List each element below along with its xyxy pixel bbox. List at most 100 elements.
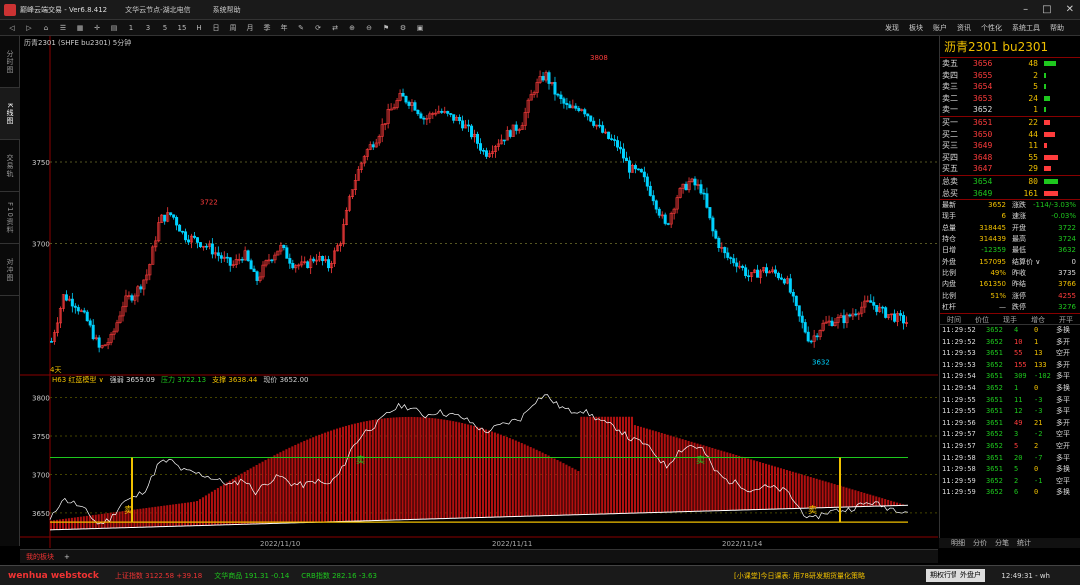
period-5-button[interactable]: 5 [157, 24, 173, 32]
tab-trade-track[interactable]: 交易轨 [0, 140, 20, 192]
histogram-bar [568, 466, 571, 515]
cycle-icon[interactable]: ⟳ [310, 24, 326, 32]
tick-row[interactable]: 11:29:55 3651 12 -3 多平 [940, 406, 1080, 418]
histogram-bar [467, 424, 470, 518]
alert-icon[interactable]: ⚑ [378, 24, 394, 32]
menu-discover[interactable]: 发现 [885, 23, 899, 33]
total-ask-volume-bar [1044, 178, 1058, 184]
menu-news[interactable]: 资讯 [957, 23, 971, 33]
menu-sector[interactable]: 板块 [909, 23, 923, 33]
tick-row[interactable]: 11:29:57 3652 5 2 空开 [940, 441, 1080, 453]
tick-row[interactable]: 11:29:53 3651 55 13 空开 [940, 348, 1080, 360]
tab-hedge[interactable]: 对冲图 [0, 244, 20, 296]
candle-body [130, 295, 134, 301]
ask-row[interactable]: 卖二 3653 24 [940, 93, 1080, 105]
add-tab-button[interactable]: + [60, 553, 74, 561]
compare-icon[interactable]: ⇄ [327, 24, 343, 32]
bid-label: 买五 [942, 164, 958, 174]
tab-my-sector[interactable]: 我的板块 [20, 552, 60, 562]
index-shanghai[interactable]: 上证指数 3122.58 +39.18 [115, 571, 202, 581]
bid-row[interactable]: 买二 3650 44 [940, 129, 1080, 141]
period-3-button[interactable]: 3 [140, 24, 156, 32]
tick-row[interactable]: 11:29:57 3652 3 -2 空平 [940, 429, 1080, 441]
menu-server[interactable]: 文华云节点-湖北电信 [125, 5, 191, 15]
zoom-out-icon[interactable]: ⊖ [361, 24, 377, 32]
indicator-name[interactable]: H63 红蓝模型 ∨ [52, 375, 104, 385]
histogram-bar [64, 518, 67, 530]
bid-row[interactable]: 买一 3651 22 [940, 117, 1080, 129]
total-ask-row[interactable]: 总卖 3654 80 [940, 176, 1080, 188]
list-icon[interactable]: ☰ [55, 24, 71, 32]
tick-row[interactable]: 11:29:56 3651 49 21 多开 [940, 418, 1080, 430]
maximize-icon[interactable]: □ [1042, 4, 1051, 15]
grid-icon[interactable]: ▤ [106, 24, 122, 32]
tick-row[interactable]: 11:29:58 3651 5 0 多换 [940, 464, 1080, 476]
histogram-bar [353, 423, 356, 522]
index-wenhua[interactable]: 文华商品 191.31 -0.14 [214, 571, 289, 581]
tick-row[interactable]: 11:29:59 3652 2 -1 空平 [940, 476, 1080, 488]
period-1-button[interactable]: 1 [123, 24, 139, 32]
period-quarter-button[interactable]: 季 [259, 23, 275, 33]
bid-row[interactable]: 买三 3649 11 [940, 140, 1080, 152]
chart-header[interactable]: 历青2301 (SHFE bu2301) 5分钟 [24, 38, 131, 48]
bid-volume: 29 [1028, 164, 1038, 174]
window-icon[interactable]: ▣ [412, 24, 428, 32]
tab-price-dist[interactable]: 分价 [973, 538, 987, 548]
ask-row[interactable]: 卖四 3655 2 [940, 70, 1080, 82]
tick-row[interactable]: 11:29:53 3652 155 133 多开 [940, 360, 1080, 372]
menu-help-right[interactable]: 帮助 [1050, 23, 1064, 33]
tab-timeshare[interactable]: 分时图 [0, 36, 20, 88]
ask-row[interactable]: 卖五 3656 48 [940, 58, 1080, 70]
tick-row[interactable]: 11:29:59 3652 6 0 多换 [940, 487, 1080, 499]
draw-icon[interactable]: ✎ [293, 24, 309, 32]
ask-row[interactable]: 卖一 3652 1 [940, 104, 1080, 116]
bid-row[interactable]: 买五 3647 29 [940, 163, 1080, 175]
bid-row[interactable]: 买四 3648 55 [940, 152, 1080, 164]
tab-kline[interactable]: K线图 [0, 88, 20, 140]
trading-app: 巅峰云端交易 - Ver6.8.412 文华云节点-湖北电信 系统帮助 – □ … [0, 0, 1080, 585]
period-h-button[interactable]: H [191, 24, 207, 32]
candle-body [657, 208, 661, 216]
tab-detail[interactable]: 明细 [951, 538, 965, 548]
period-month-button[interactable]: 月 [242, 23, 258, 33]
menu-system-tools[interactable]: 系统工具 [1012, 23, 1040, 33]
back-icon[interactable]: ◁ [4, 24, 20, 32]
tick-row[interactable]: 11:29:52 3652 10 1 多开 [940, 337, 1080, 349]
settings-icon[interactable]: ⚙ [395, 24, 411, 32]
tick-row[interactable]: 11:29:58 3651 20 -7 多平 [940, 453, 1080, 465]
stat-item: 昨结 3766 [1012, 280, 1076, 289]
foreign-account-button[interactable]: 外盘户 [956, 569, 985, 582]
total-bid-row[interactable]: 总买 3649 161 [940, 188, 1080, 200]
menu-help[interactable]: 系统帮助 [213, 5, 241, 15]
tick-row[interactable]: 11:29:52 3652 4 0 多换 [940, 325, 1080, 337]
forward-icon[interactable]: ▷ [21, 24, 37, 32]
period-day-button[interactable]: 日 [208, 23, 224, 33]
crosshair-icon[interactable]: ✛ [89, 24, 105, 32]
index-crb[interactable]: CRB指数 282.16 -3.63 [301, 571, 377, 581]
close-icon[interactable]: ✕ [1066, 4, 1074, 15]
menu-account[interactable]: 账户 [933, 23, 947, 33]
tick-list[interactable]: 11:29:52 3652 4 0 多换 11:29:52 3652 10 1 多开 11:29:5… [940, 325, 1080, 499]
menu-personalize[interactable]: 个性化 [981, 23, 1002, 33]
period-15-button[interactable]: 15 [174, 24, 190, 32]
period-week-button[interactable]: 周 [225, 23, 241, 33]
kline-icon[interactable]: ▦ [72, 24, 88, 32]
home-icon[interactable]: ⌂ [38, 24, 54, 32]
tick-row[interactable]: 11:29:54 3651 309 -102 多平 [940, 371, 1080, 383]
price-chart[interactable]: 3750 3700 3800 3750 3700 3650 2022/11/10 2022/1… [20, 36, 938, 548]
candle-body [252, 268, 256, 272]
tick-row[interactable]: 11:29:55 3651 11 -3 多平 [940, 395, 1080, 407]
tab-tick[interactable]: 分笔 [995, 538, 1009, 548]
stat-item: 跌停 3276 [1012, 302, 1076, 311]
candle-body [830, 320, 834, 327]
tab-f10[interactable]: F10资料 [0, 192, 20, 244]
histogram-bar [499, 434, 502, 517]
tick-row[interactable]: 11:29:54 3652 1 0 多换 [940, 383, 1080, 395]
ask-row[interactable]: 卖三 3654 5 [940, 81, 1080, 93]
tab-stats[interactable]: 统计 [1017, 538, 1031, 548]
ask-label: 卖二 [942, 93, 958, 103]
zoom-in-icon[interactable]: ⊕ [344, 24, 360, 32]
news-ticker[interactable]: [小课堂]今日课表: 用78研发期货量化策略 [734, 571, 865, 581]
minimize-icon[interactable]: – [1023, 4, 1028, 15]
period-year-button[interactable]: 年 [276, 23, 292, 33]
